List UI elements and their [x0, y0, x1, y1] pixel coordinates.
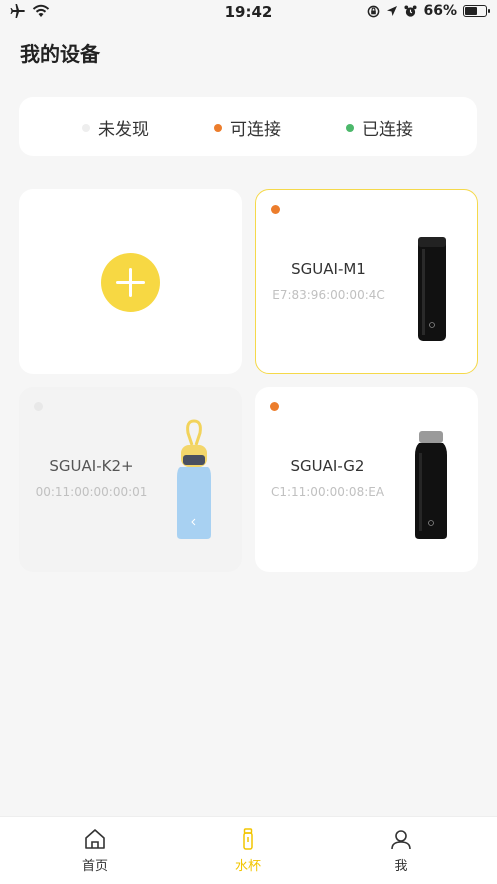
device-card-k2[interactable]: SGUAI-K2+ 00:11:00:00:00:01: [19, 387, 242, 572]
legend-label-connected: 已连接: [362, 120, 413, 140]
battery-fill: [465, 7, 477, 15]
tab-me-label: 我: [394, 859, 408, 874]
home-icon: [85, 829, 105, 849]
status-bar: 19:42 66%: [0, 0, 497, 26]
black-bottle-image: [418, 237, 446, 341]
tab-home-label: 首页: [81, 859, 108, 874]
tab-home[interactable]: 首页: [55, 827, 135, 874]
battery-percent: 66%: [423, 3, 457, 19]
rotation-lock-icon: [368, 5, 380, 17]
legend-label-connectable: 可连接: [230, 120, 281, 140]
device-card-m1[interactable]: SGUAI-M1 E7:83:96:00:00:4C: [255, 189, 478, 374]
status-right: 66%: [367, 3, 490, 19]
device-card-g2[interactable]: SGUAI-G2 C1:11:00:00:08:EA: [255, 387, 478, 572]
page-title: 我的设备: [20, 42, 100, 66]
device-name: SGUAI-K2+: [49, 457, 134, 475]
device-status-dot: [271, 205, 280, 214]
tab-bottle-label: 水杯: [234, 859, 261, 874]
device-status-dot: [270, 402, 279, 411]
device-name: SGUAI-G2: [290, 457, 365, 475]
legend-dot-not-found: [82, 123, 90, 132]
add-device-card[interactable]: [19, 189, 242, 374]
tab-bar: 首页 水杯 我: [0, 816, 497, 884]
device-mac: 00:11:00:00:00:01: [35, 485, 148, 499]
tab-bottle[interactable]: 水杯: [208, 827, 288, 874]
location-icon: [387, 6, 398, 16]
tab-me[interactable]: 我: [361, 827, 441, 874]
bottle-icon: [243, 828, 253, 850]
legend-item-not-found: 未发现: [82, 115, 149, 140]
legend-dot-connectable: [214, 123, 222, 132]
device-name: SGUAI-M1: [291, 260, 366, 278]
device-status-dot: [34, 402, 43, 411]
status-legend: 未发现 可连接 已连接: [19, 97, 477, 156]
black-bottle-image: [415, 431, 447, 539]
legend-item-connectable: 可连接: [214, 115, 281, 140]
user-icon: [391, 830, 411, 850]
legend-dot-connected: [346, 123, 354, 132]
legend-item-connected: 已连接: [346, 115, 413, 140]
device-mac: C1:11:00:00:08:EA: [270, 485, 385, 499]
legend-label-not-found: 未发现: [98, 120, 149, 140]
battery-icon: [463, 5, 490, 17]
add-device-button[interactable]: [101, 253, 160, 312]
alarm-icon: [404, 4, 418, 17]
blue-kids-bottle-image: [177, 419, 211, 539]
device-mac: E7:83:96:00:00:4C: [272, 288, 385, 302]
